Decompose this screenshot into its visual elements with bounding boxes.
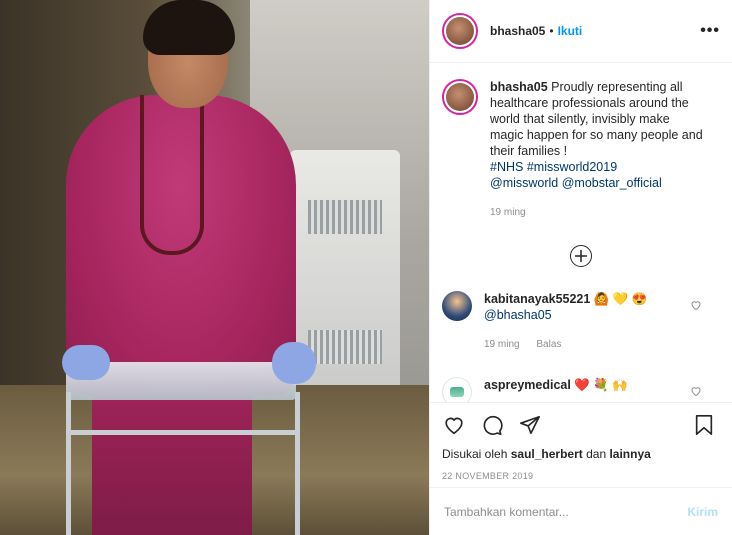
share-send-icon[interactable] [518,413,542,437]
post-header: bhasha05 • Ikuti ••• [430,0,732,63]
author-username[interactable]: bhasha05 [490,24,545,38]
machine-vent [308,200,382,234]
likes-others[interactable]: lainnya [609,447,650,461]
more-options-icon[interactable]: ••• [700,22,720,40]
comment-emojis: ❤️ 💐 🙌 [574,378,628,392]
stethoscope [140,95,204,255]
comment-meta: 19 ming Balas [484,337,704,353]
hashtag-missworld2019[interactable]: #missworld2019 [527,160,617,174]
post-photo[interactable] [0,0,429,535]
caption-text-block: bhasha05 Proudly representing all health… [490,79,705,221]
commenter-avatar[interactable] [442,291,472,321]
hashtag-nhs[interactable]: #NHS [490,160,523,174]
post-side-panel: bhasha05 • Ikuti ••• bhasha05 Proudly re… [429,0,732,535]
caption-username[interactable]: bhasha05 [490,80,548,94]
left-glove [62,345,110,380]
comment-time[interactable]: 19 ming [484,339,520,350]
post-comment-button[interactable]: Kirim [687,505,718,519]
caption: bhasha05 Proudly representing all health… [442,79,720,221]
action-icons [442,413,720,437]
likes-conj: dan [586,447,607,461]
mention-mobstar-official[interactable]: @mobstar_official [562,176,662,190]
comment-bubble-icon[interactable] [480,413,504,437]
author-avatar[interactable] [442,13,478,49]
reply-button[interactable]: Balas [536,339,561,350]
plus-circle-icon[interactable] [570,245,592,267]
comment-body: kabitanayak55221 🙆 💛 😍 @bhasha05 19 ming… [484,291,704,353]
commenter-avatar[interactable] [442,377,472,402]
right-glove [272,342,316,384]
save-bookmark-icon[interactable] [692,413,716,437]
machine-vent [308,330,382,364]
medical-cart [66,392,300,535]
comment-like-heart-icon[interactable] [690,299,702,314]
person-hair [143,0,235,55]
post-actions: Disukai oleh saul_herbert dan lainnya 22… [430,402,732,481]
comment-item: kabitanayak55221 🙆 💛 😍 @bhasha05 19 ming… [442,291,720,353]
add-comment-bar: Kirim [430,487,732,535]
comment-mention[interactable]: @bhasha05 [484,308,552,322]
comment-body: aspreymedical ❤️ 💐 🙌 [484,377,704,402]
separator-dot: • [549,24,554,38]
caption-author-avatar[interactable] [442,79,478,115]
add-comment-input[interactable] [444,504,688,519]
comment-username[interactable]: aspreymedical [484,378,571,392]
likes-summary: Disukai oleh saul_herbert dan lainnya [442,447,720,461]
comment-item: aspreymedical ❤️ 💐 🙌 [442,377,720,402]
post-date[interactable]: 22 NOVEMBER 2019 [442,471,720,481]
cart-bar [71,430,295,435]
comments-section[interactable]: bhasha05 Proudly representing all health… [430,63,732,402]
follow-button[interactable]: Ikuti [558,24,583,38]
comment-username[interactable]: kabitanayak55221 [484,292,590,306]
caption-time[interactable]: 19 ming [490,205,705,221]
likes-prefix: Disukai oleh [442,447,508,461]
comment-emojis: 🙆 💛 😍 [593,292,648,306]
comment-like-heart-icon[interactable] [690,385,702,400]
mention-missworld[interactable]: @missworld [490,176,558,190]
likes-user[interactable]: saul_herbert [511,447,583,461]
like-heart-icon[interactable] [442,413,466,437]
